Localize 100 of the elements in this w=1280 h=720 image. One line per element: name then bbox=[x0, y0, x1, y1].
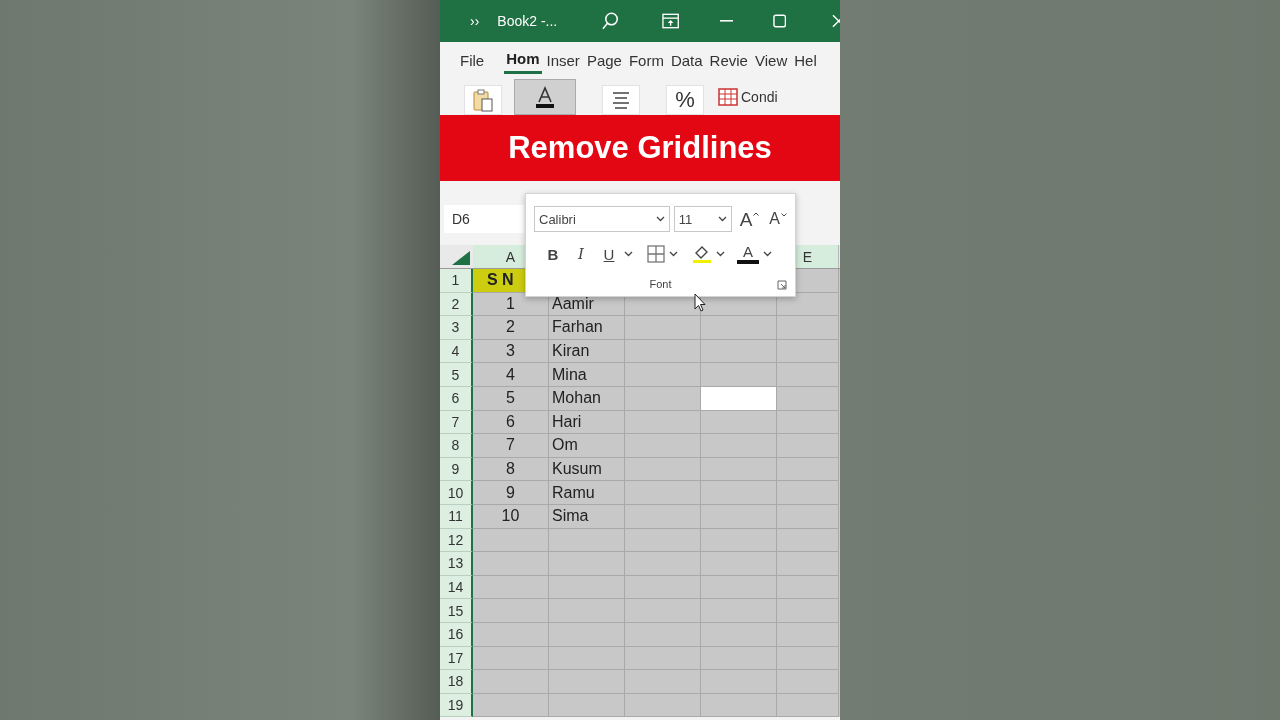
clipboard-button[interactable] bbox=[464, 85, 502, 115]
row-header[interactable]: 5 bbox=[440, 363, 473, 387]
decrease-font-size-button[interactable]: A bbox=[769, 211, 787, 227]
caret-icon bbox=[781, 213, 787, 217]
close-icon[interactable] bbox=[832, 14, 840, 28]
table-cell bbox=[777, 457, 839, 482]
select-all-corner[interactable] bbox=[440, 245, 473, 268]
table-cell: Sima bbox=[549, 504, 625, 529]
ribbon-tab[interactable]: Data bbox=[668, 47, 705, 73]
align-icon bbox=[611, 91, 631, 109]
table-cell: 7 bbox=[473, 434, 549, 458]
caret-icon[interactable] bbox=[669, 251, 678, 257]
borders-icon[interactable] bbox=[647, 245, 665, 263]
table-cell: Mohan bbox=[549, 386, 625, 411]
table-cell: 8 bbox=[473, 457, 549, 482]
table-cell: 4 bbox=[473, 363, 549, 387]
table-cell bbox=[777, 481, 839, 505]
clipboard-icon bbox=[472, 88, 494, 112]
search-icon[interactable] bbox=[601, 11, 621, 31]
table-cell: Farhan bbox=[549, 316, 625, 340]
table-cell: 5 bbox=[473, 386, 549, 411]
table-cell bbox=[777, 316, 839, 340]
minimize-icon[interactable] bbox=[719, 20, 733, 22]
row-header[interactable]: 17 bbox=[440, 646, 473, 671]
table-cell: Kiran bbox=[549, 339, 625, 364]
row-header[interactable]: 8 bbox=[440, 434, 473, 458]
ribbon-tab[interactable]: Hel bbox=[792, 47, 819, 73]
caret-icon[interactable] bbox=[763, 251, 772, 257]
italic-button[interactable]: I bbox=[570, 245, 592, 263]
row-header[interactable]: 12 bbox=[440, 528, 473, 553]
row-header[interactable]: 4 bbox=[440, 339, 473, 364]
alignment-button[interactable] bbox=[602, 85, 640, 115]
row-header[interactable]: 10 bbox=[440, 481, 473, 505]
fill-color-icon[interactable] bbox=[692, 244, 712, 264]
row-header[interactable]: 11 bbox=[440, 504, 473, 529]
row-header[interactable]: 19 bbox=[440, 693, 473, 718]
row-header[interactable]: 3 bbox=[440, 316, 473, 340]
caret-icon[interactable] bbox=[716, 251, 725, 257]
caret-icon bbox=[753, 211, 760, 216]
row-header[interactable]: 1 bbox=[440, 269, 473, 293]
row-header[interactable]: 7 bbox=[440, 410, 473, 435]
table-cell bbox=[777, 646, 839, 671]
table-cell: Kusum bbox=[549, 457, 625, 482]
ribbon-display-icon[interactable] bbox=[662, 13, 680, 29]
table-cell bbox=[777, 622, 839, 647]
table-cell bbox=[777, 410, 839, 435]
ribbon-tab[interactable]: Form bbox=[626, 47, 666, 73]
table-cell bbox=[777, 528, 839, 553]
table-grid-icon bbox=[718, 87, 738, 106]
window-title: Book2 -... bbox=[497, 13, 558, 29]
number-format-button[interactable]: % bbox=[666, 85, 704, 115]
table-cell bbox=[777, 339, 839, 364]
caret-icon bbox=[655, 216, 665, 222]
row-header[interactable]: 18 bbox=[440, 670, 473, 694]
increase-font-size-button[interactable]: A bbox=[739, 209, 760, 229]
table-cell: Om bbox=[549, 434, 625, 458]
title-banner: Remove Gridlines bbox=[440, 115, 840, 181]
group-label: Font bbox=[649, 278, 672, 290]
row-header[interactable]: 16 bbox=[440, 622, 473, 647]
table-cell bbox=[777, 552, 839, 576]
row-header[interactable]: 14 bbox=[440, 575, 473, 600]
font-button[interactable] bbox=[514, 79, 576, 115]
table-cell: 10 bbox=[473, 504, 549, 529]
table-cell bbox=[777, 363, 839, 387]
table-cell bbox=[777, 386, 839, 411]
table-cell bbox=[777, 670, 839, 694]
table-cell bbox=[777, 693, 839, 718]
caret-icon[interactable] bbox=[624, 251, 633, 257]
row-header[interactable]: 13 bbox=[440, 552, 473, 576]
row-header[interactable]: 15 bbox=[440, 599, 473, 623]
overflow-chevrons[interactable]: ›› bbox=[470, 13, 480, 29]
ribbon-tab[interactable]: Revie bbox=[707, 47, 750, 73]
row-header[interactable]: 9 bbox=[440, 457, 473, 482]
ribbon-tab[interactable]: View bbox=[752, 47, 790, 73]
table-cell: 9 bbox=[473, 481, 549, 505]
name-box[interactable]: D6 bbox=[444, 205, 524, 233]
table-cell: 3 bbox=[473, 339, 549, 364]
ribbon-tab[interactable]: Page bbox=[584, 47, 624, 73]
row-header[interactable]: 6 bbox=[440, 386, 473, 411]
ribbon-tab[interactable]: File bbox=[458, 47, 487, 73]
font-color-icon bbox=[534, 85, 556, 109]
font-size-dropdown[interactable]: 11 bbox=[673, 206, 732, 232]
caret-icon bbox=[717, 216, 727, 222]
font-color-button[interactable]: A bbox=[737, 244, 759, 264]
table-cell: 6 bbox=[473, 410, 549, 435]
table-cell: Hari bbox=[549, 410, 625, 435]
table-cell: Ramu bbox=[549, 481, 625, 505]
table-cell bbox=[777, 575, 839, 600]
triangle-icon bbox=[452, 251, 470, 265]
conditional-formatting-button[interactable]: Condi bbox=[718, 81, 778, 112]
ribbon-tab[interactable]: Hom bbox=[504, 46, 542, 74]
underline-button[interactable]: U bbox=[598, 245, 620, 263]
table-cell bbox=[777, 434, 839, 458]
row-header[interactable]: 2 bbox=[440, 292, 473, 317]
dialog-launcher-icon[interactable] bbox=[777, 280, 787, 290]
table-cell: Mina bbox=[549, 363, 625, 387]
maximize-icon[interactable] bbox=[772, 14, 787, 28]
ribbon-tab[interactable]: Inser bbox=[544, 47, 582, 73]
font-name-dropdown[interactable]: Calibri bbox=[534, 206, 670, 232]
table-cell: 2 bbox=[473, 316, 549, 340]
